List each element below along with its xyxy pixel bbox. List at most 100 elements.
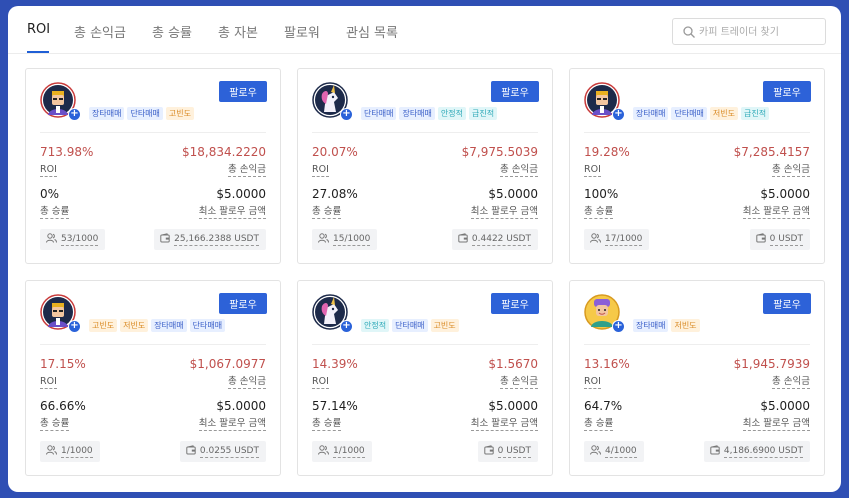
total-pnl-label: 총 손익금 xyxy=(228,164,266,177)
strategy-tag: 안정적 xyxy=(437,107,466,120)
strategy-tag: 안정적 xyxy=(361,319,390,332)
win-rate-value: 27.08% xyxy=(312,187,358,201)
total-pnl-value: $1.5670 xyxy=(488,357,538,371)
win-rate-label: 총 승률 xyxy=(40,418,70,431)
strategy-tag: 장타매매 xyxy=(89,107,125,120)
follow-button[interactable]: 팔로우 xyxy=(763,81,811,102)
tab-total-capital[interactable]: 총 자본 xyxy=(218,22,258,41)
trader-card[interactable]: + 단타매매 장타매매 안정적 급진적 팔로우 20.07% $7,975.5039 … xyxy=(297,68,553,264)
strategy-tag: 단타매매 xyxy=(671,107,707,120)
strategy-tag: 급진적 xyxy=(741,107,770,120)
min-follow-value: $5.0000 xyxy=(488,187,538,201)
trader-card[interactable]: + 장타매매 단타매매 고빈도 팔로우 713.98% $18,834.2220 R… xyxy=(25,68,281,264)
avatar[interactable]: + xyxy=(40,82,81,121)
min-follow-value: $5.0000 xyxy=(216,399,266,413)
followers-count: 15/1000 xyxy=(312,229,378,250)
trader-card[interactable]: + 장타매매 저빈도 팔로우 13.16% $1,945.7939 ROI 총 손… xyxy=(569,280,825,476)
card-divider xyxy=(40,132,266,133)
plus-icon[interactable]: + xyxy=(340,108,353,121)
strategy-tag: 고빈도 xyxy=(89,319,118,332)
win-rate-label: 총 승률 xyxy=(584,206,614,219)
avatar[interactable]: + xyxy=(40,294,81,333)
plus-icon[interactable]: + xyxy=(68,108,81,121)
strategy-tags: 장타매매 단타매매 고빈도 xyxy=(89,107,194,120)
tab-followers[interactable]: 팔로워 xyxy=(284,22,320,41)
avatar[interactable]: + xyxy=(312,294,353,333)
tab-watchlist[interactable]: 관심 목록 xyxy=(346,22,398,41)
follow-button[interactable]: 팔로우 xyxy=(491,293,539,314)
roi-value: 19.28% xyxy=(584,145,630,159)
win-rate-value: 100% xyxy=(584,187,619,201)
roi-label: ROI xyxy=(40,164,57,177)
roi-value: 13.16% xyxy=(584,357,630,371)
roi-label: ROI xyxy=(40,376,57,389)
plus-icon[interactable]: + xyxy=(340,320,353,333)
avatar[interactable]: + xyxy=(584,294,625,333)
wallet-icon xyxy=(483,444,494,454)
strategy-tag: 장타매매 xyxy=(633,319,669,332)
users-icon xyxy=(46,444,57,455)
plus-icon[interactable]: + xyxy=(68,320,81,333)
tab-roi[interactable]: ROI xyxy=(27,22,50,37)
avatar[interactable]: + xyxy=(584,82,625,121)
assets-under-management: 0.0255 USDT xyxy=(179,441,266,462)
strategy-tags: 단타매매 장타매매 안정적 급진적 xyxy=(361,107,498,120)
search-input[interactable] xyxy=(699,23,821,41)
min-follow-value: $5.0000 xyxy=(760,187,810,201)
followers-count: 53/1000 xyxy=(40,229,106,250)
roi-value: 713.98% xyxy=(40,145,94,159)
trader-card[interactable]: + 고빈도 저빈도 장타매매 단타매매 팔로우 17.15% $1,067.0977 … xyxy=(25,280,281,476)
card-divider xyxy=(584,344,810,345)
followers-count: 4/1000 xyxy=(584,441,644,462)
strategy-tag: 급진적 xyxy=(469,107,498,120)
avatar[interactable]: + xyxy=(312,82,353,121)
follow-button[interactable]: 팔로우 xyxy=(219,81,267,102)
strategy-tag: 단타매매 xyxy=(189,319,226,332)
min-follow-label: 최소 팔로우 금액 xyxy=(742,418,810,431)
search-icon xyxy=(683,26,695,38)
total-pnl-label: 총 손익금 xyxy=(772,376,810,389)
assets-under-management: 4,186.6900 USDT xyxy=(703,441,810,462)
min-follow-label: 최소 팔로우 금액 xyxy=(198,206,266,219)
win-rate-value: 57.14% xyxy=(312,399,358,413)
tab-total-pnl[interactable]: 총 손익금 xyxy=(74,22,126,41)
follow-button[interactable]: 팔로우 xyxy=(219,293,267,314)
wallet-icon xyxy=(160,232,170,242)
strategy-tag: 저빈도 xyxy=(120,319,149,332)
total-pnl-value: $7,975.5039 xyxy=(461,145,538,159)
win-rate-label: 총 승률 xyxy=(312,418,342,431)
roi-label: ROI xyxy=(312,376,329,389)
tab-win-rate[interactable]: 총 승률 xyxy=(152,22,192,41)
strategy-tag: 장타매매 xyxy=(633,107,669,120)
plus-icon[interactable]: + xyxy=(612,108,625,121)
total-pnl-value: $18,834.2220 xyxy=(182,145,266,159)
assets-under-management: 0.4422 USDT xyxy=(451,229,538,250)
strategy-tag: 고빈도 xyxy=(165,107,194,120)
total-pnl-label: 총 손익금 xyxy=(228,376,266,389)
users-icon xyxy=(318,232,329,243)
strategy-tag: 고빈도 xyxy=(430,319,459,332)
min-follow-label: 최소 팔로우 금액 xyxy=(470,206,538,219)
roi-value: 14.39% xyxy=(312,357,358,371)
wallet-icon xyxy=(710,444,720,454)
card-divider xyxy=(40,344,266,345)
roi-label: ROI xyxy=(584,164,601,177)
users-icon xyxy=(318,444,329,455)
wallet-icon xyxy=(755,232,766,242)
total-pnl-value: $7,285.4157 xyxy=(733,145,810,159)
total-pnl-value: $1,945.7939 xyxy=(733,357,810,371)
trader-card[interactable]: + 장타매매 단타매매 저빈도 급진적 팔로우 19.28% $7,285.4157 … xyxy=(569,68,825,264)
total-pnl-value: $1,067.0977 xyxy=(189,357,266,371)
plus-icon[interactable]: + xyxy=(612,320,625,333)
trader-card[interactable]: + 안정적 단타매매 고빈도 팔로우 14.39% $1.5670 ROI 총 손익… xyxy=(297,280,553,476)
min-follow-label: 최소 팔로우 금액 xyxy=(198,418,266,431)
followers-count: 1/1000 xyxy=(40,441,100,462)
wallet-icon xyxy=(186,444,196,454)
wallet-icon xyxy=(458,232,468,242)
followers-count: 1/1000 xyxy=(312,441,372,462)
win-rate-label: 총 승률 xyxy=(312,206,342,219)
min-follow-value: $5.0000 xyxy=(760,399,810,413)
follow-button[interactable]: 팔로우 xyxy=(491,81,539,102)
roi-label: ROI xyxy=(584,376,601,389)
follow-button[interactable]: 팔로우 xyxy=(763,293,811,314)
